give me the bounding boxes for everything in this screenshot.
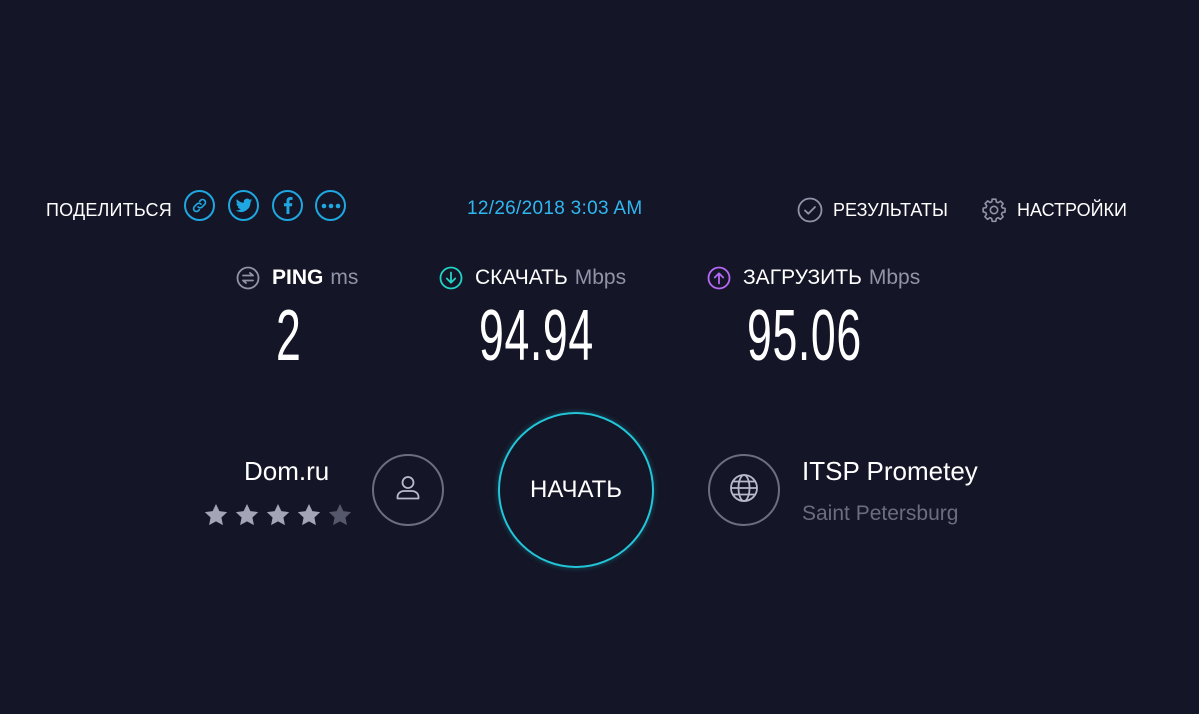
server-location: Saint Petersburg xyxy=(802,502,959,525)
download-header: СКАЧАТЬ Mbps xyxy=(439,266,626,290)
isp-name: Dom.ru xyxy=(244,456,330,486)
share-more-button[interactable] xyxy=(315,190,346,221)
ping-icon xyxy=(236,266,260,290)
star-filled-icon[interactable] xyxy=(234,502,260,528)
upload-arrow-icon xyxy=(707,266,731,290)
start-button[interactable]: НАЧАТЬ xyxy=(498,412,654,568)
speedtest-results-screen: ПОДЕЛИТЬСЯ 12/26/2018 3:03 AM РЕЗУЛЬТАТЫ… xyxy=(0,0,1199,714)
gear-icon xyxy=(981,197,1007,223)
check-circle-icon xyxy=(797,197,823,223)
ping-value: 2 xyxy=(276,296,302,376)
settings-label: НАСТРОЙКИ xyxy=(1017,199,1127,220)
star-empty-icon[interactable] xyxy=(327,502,353,528)
link-icon xyxy=(191,197,208,214)
star-filled-icon[interactable] xyxy=(265,502,291,528)
server-name: ITSP Prometey xyxy=(802,456,978,486)
results-label: РЕЗУЛЬТАТЫ xyxy=(833,199,948,220)
isp-rating[interactable] xyxy=(203,502,358,528)
test-datetime: 12/26/2018 3:03 AM xyxy=(467,198,643,219)
results-link[interactable]: РЕЗУЛЬТАТЫ xyxy=(797,197,948,223)
download-unit: Mbps xyxy=(574,266,627,289)
upload-value: 95.06 xyxy=(747,296,862,376)
ping-label: PING xyxy=(272,266,324,289)
download-value: 94.94 xyxy=(479,296,594,376)
twitter-icon xyxy=(235,198,253,214)
share-twitter-button[interactable] xyxy=(228,190,259,221)
ping-header: PING ms xyxy=(236,266,358,290)
upload-header: ЗАГРУЗИТЬ Mbps xyxy=(707,266,920,290)
share-label: ПОДЕЛИТЬСЯ xyxy=(46,200,172,220)
more-icon xyxy=(321,203,341,209)
download-arrow-icon xyxy=(439,266,463,290)
server-button[interactable] xyxy=(708,454,780,526)
share-facebook-button[interactable] xyxy=(272,190,303,221)
globe-icon xyxy=(726,470,762,510)
facebook-icon xyxy=(283,197,293,214)
user-icon xyxy=(391,471,425,509)
star-filled-icon[interactable] xyxy=(296,502,322,528)
download-label: СКАЧАТЬ xyxy=(475,266,568,289)
star-filled-icon[interactable] xyxy=(203,502,229,528)
share-link-button[interactable] xyxy=(184,190,215,221)
settings-link[interactable]: НАСТРОЙКИ xyxy=(981,197,1127,223)
upload-unit: Mbps xyxy=(868,266,921,289)
ping-unit: ms xyxy=(330,266,359,289)
start-label: НАЧАТЬ xyxy=(529,476,622,503)
upload-label: ЗАГРУЗИТЬ xyxy=(743,266,862,289)
isp-button[interactable] xyxy=(372,454,444,526)
